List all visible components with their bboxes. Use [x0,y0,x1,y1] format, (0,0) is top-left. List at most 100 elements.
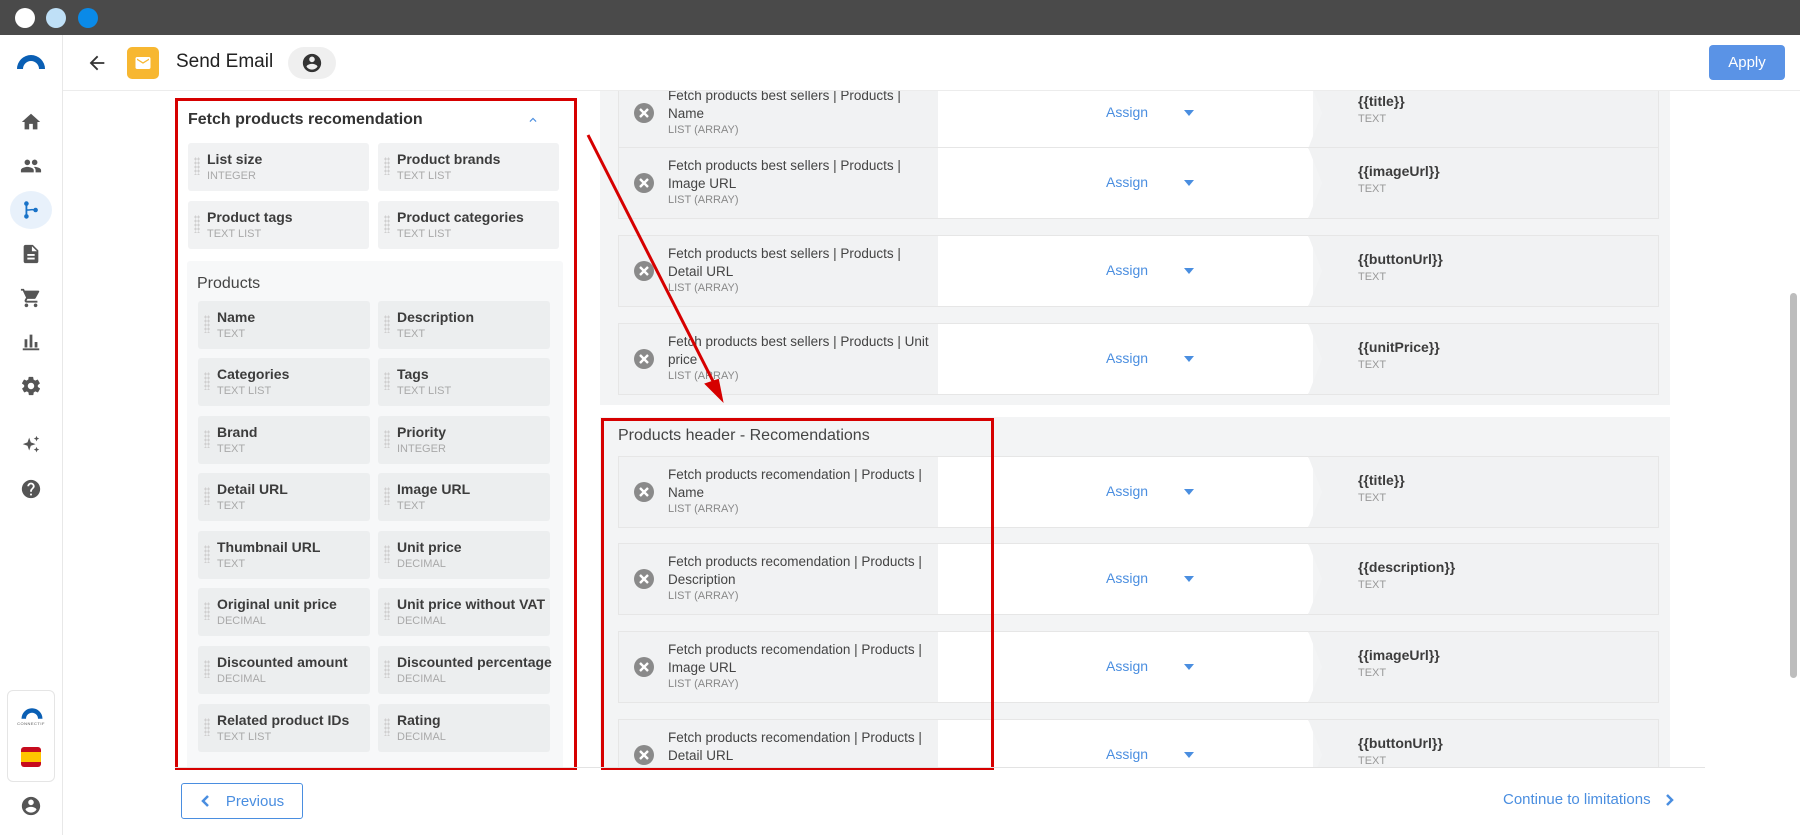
chart-icon [22,334,40,351]
sidebar-item-settings[interactable] [10,367,52,405]
sidebar-item-help[interactable] [10,470,52,508]
drag-handle-icon[interactable] [204,545,210,563]
assign-dropdown[interactable]: Assign [1106,658,1148,674]
drag-handle-icon[interactable] [204,660,210,678]
drag-handle-icon[interactable] [384,660,390,678]
source-text: Fetch products recomendation | Products … [668,467,922,500]
sparkle-icon [22,435,40,453]
drag-handle-icon[interactable] [204,372,210,390]
vertical-scrollbar[interactable] [1790,293,1797,678]
sidebar-item-ai[interactable] [10,426,52,464]
caret-down-icon[interactable] [1184,356,1194,362]
field-name: Rating [397,712,441,728]
field-card[interactable]: Discounted percentage DECIMAL [378,646,552,694]
field-card[interactable]: Unit price without VAT DECIMAL [378,588,550,636]
assign-dropdown[interactable]: Assign [1106,570,1148,586]
field-type: TEXT LIST [397,228,452,240]
sidebar-item-contacts[interactable] [10,147,52,185]
field-card[interactable]: Priority INTEGER [378,416,550,464]
sidebar-item-home[interactable] [10,103,52,141]
remove-mapping-button[interactable] [634,745,654,765]
remove-mapping-button[interactable] [634,657,654,677]
drag-handle-icon[interactable] [384,215,390,233]
drag-handle-icon[interactable] [384,430,390,448]
spain-flag-icon[interactable] [21,747,41,767]
assign-dropdown[interactable]: Assign [1106,350,1148,366]
field-card[interactable]: Thumbnail URL TEXT [198,531,370,579]
field-card[interactable]: Product tags TEXT LIST [188,201,369,249]
remove-mapping-button[interactable] [634,569,654,589]
app-logo[interactable] [15,51,47,69]
assign-dropdown[interactable]: Assign [1106,483,1148,499]
apply-button[interactable]: Apply [1709,45,1785,80]
field-card[interactable]: Tags TEXT LIST [378,358,550,406]
window-minimize-button[interactable] [46,8,66,28]
caret-down-icon[interactable] [1184,576,1194,582]
drag-handle-icon[interactable] [204,487,210,505]
field-type: DECIMAL [397,673,446,685]
sidebar-item-profile[interactable] [10,787,52,825]
field-card[interactable]: Product categories TEXT LIST [378,201,559,249]
continue-link[interactable]: Continue to limitations [1503,791,1675,808]
field-card[interactable]: Original unit price DECIMAL [198,588,370,636]
field-card[interactable]: Description TEXT [378,301,550,349]
window-maximize-button[interactable] [78,8,98,28]
drag-handle-icon[interactable] [384,372,390,390]
window-close-button[interactable] [15,8,35,28]
drag-handle-icon[interactable] [204,430,210,448]
caret-down-icon[interactable] [1184,110,1194,116]
field-card[interactable]: List size INTEGER [188,143,369,191]
drag-handle-icon[interactable] [384,315,390,333]
caret-down-icon[interactable] [1184,664,1194,670]
remove-mapping-button[interactable] [634,173,654,193]
field-card[interactable]: Image URL TEXT [378,473,550,521]
collapse-button[interactable] [526,113,540,130]
remove-mapping-button[interactable] [634,103,654,123]
drag-handle-icon[interactable] [384,487,390,505]
drag-handle-icon[interactable] [194,157,200,175]
source-text: Fetch products recomendation | Products … [668,730,922,763]
drag-handle-icon[interactable] [204,315,210,333]
field-card[interactable]: Related product IDs TEXT LIST [198,704,370,752]
source-type: LIST (ARRAY) [668,678,739,690]
sidebar-item-workflows[interactable] [10,191,52,229]
assign-dropdown[interactable]: Assign [1106,746,1148,762]
field-card[interactable]: Categories TEXT LIST [198,358,370,406]
drag-handle-icon[interactable] [194,215,200,233]
field-card[interactable]: Unit price DECIMAL [378,531,550,579]
sidebar-item-content[interactable] [10,235,52,273]
field-card[interactable]: Name TEXT [198,301,370,349]
field-card[interactable]: Detail URL TEXT [198,473,370,521]
field-card[interactable]: Rating DECIMAL [378,704,550,752]
caret-down-icon[interactable] [1184,489,1194,495]
remove-mapping-button[interactable] [634,349,654,369]
arrow-left-icon [89,55,105,71]
drag-handle-icon[interactable] [204,718,210,736]
caret-down-icon[interactable] [1184,268,1194,274]
mapping-target-name: {{title}} [1358,93,1405,109]
account-switcher[interactable]: CONNECTIF [7,690,55,782]
assign-dropdown[interactable]: Assign [1106,104,1148,120]
field-card[interactable]: Discounted amount DECIMAL [198,646,370,694]
drag-handle-icon[interactable] [384,545,390,563]
previous-button[interactable]: Previous [181,783,303,819]
drag-handle-icon[interactable] [384,602,390,620]
drag-handle-icon[interactable] [384,157,390,175]
back-button[interactable] [83,49,111,77]
caret-down-icon[interactable] [1184,180,1194,186]
assign-dropdown[interactable]: Assign [1106,262,1148,278]
mappings-area: Fetch products best sellers | Products |… [600,91,1670,767]
user-chip[interactable] [288,47,336,79]
field-card[interactable]: Product brands TEXT LIST [378,143,559,191]
drag-handle-icon[interactable] [204,602,210,620]
assign-dropdown[interactable]: Assign [1106,174,1148,190]
caret-down-icon[interactable] [1184,752,1194,758]
field-card[interactable]: Brand TEXT [198,416,370,464]
sidebar-item-store[interactable] [10,279,52,317]
sidebar-item-reports[interactable] [10,323,52,361]
remove-mapping-button[interactable] [634,482,654,502]
remove-mapping-button[interactable] [634,261,654,281]
field-name: Tags [397,366,429,382]
field-name: Image URL [397,481,471,497]
drag-handle-icon[interactable] [384,718,390,736]
